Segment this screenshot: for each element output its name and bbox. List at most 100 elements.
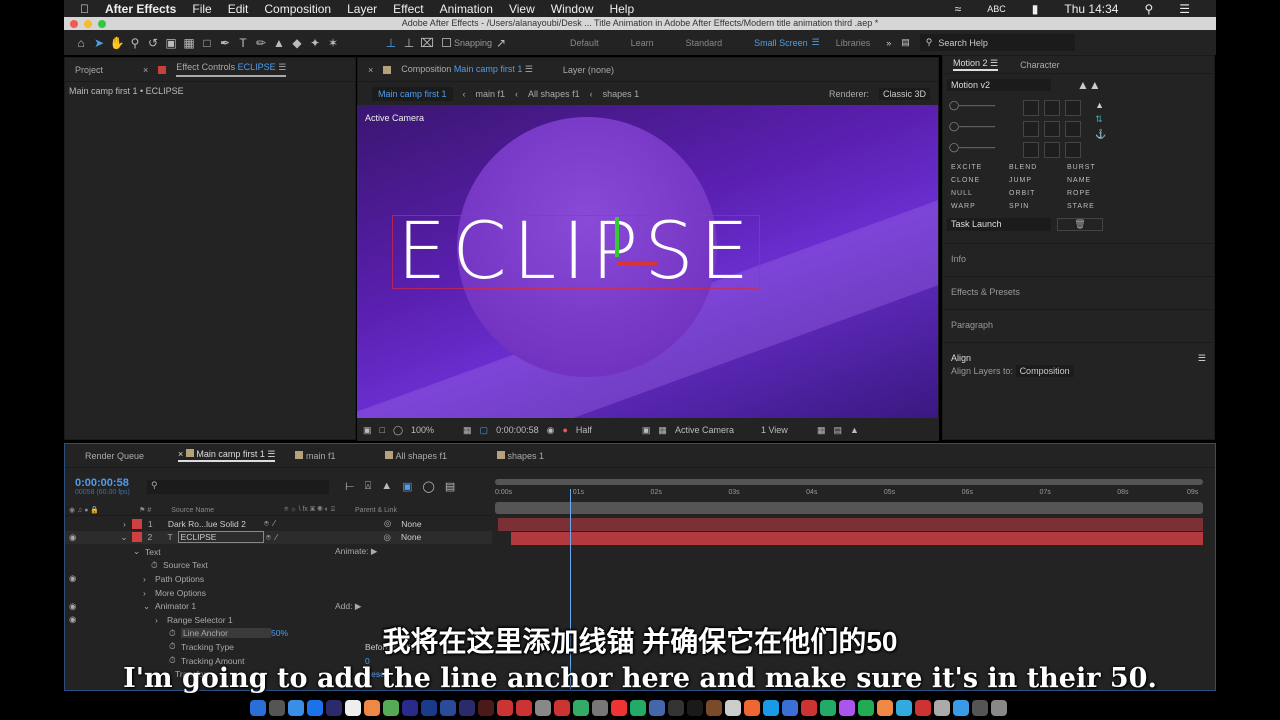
tab-render-queue[interactable]: Render Queue bbox=[85, 451, 144, 461]
tab-effect-controls[interactable]: Effect Controls ECLIPSE ☰ bbox=[176, 62, 287, 77]
twirl-arrow-icon[interactable]: › bbox=[143, 588, 155, 598]
pickwhip-icon[interactable]: ◎ bbox=[384, 532, 391, 543]
dock-app-icon[interactable] bbox=[611, 700, 627, 716]
anchor-bottom-left[interactable] bbox=[1023, 142, 1040, 158]
align-layers-dropdown[interactable]: Composition bbox=[1015, 365, 1074, 377]
wifi-icon[interactable]: ≈ bbox=[955, 2, 962, 16]
rope-button[interactable]: ROPE bbox=[1067, 190, 1119, 197]
property-row[interactable]: ⌄ Text Animate: ▶ bbox=[65, 545, 492, 559]
dock-app-icon[interactable] bbox=[516, 700, 532, 716]
name-button[interactable]: NAME bbox=[1067, 177, 1119, 184]
camera-dropdown[interactable]: Active Camera bbox=[675, 425, 753, 435]
x-axis-gizmo[interactable] bbox=[617, 262, 657, 265]
dock-app-icon[interactable] bbox=[421, 700, 437, 716]
dock-app-icon[interactable] bbox=[535, 700, 551, 716]
menu-edit[interactable]: Edit bbox=[228, 2, 249, 16]
updown-icon[interactable]: ⇅ bbox=[1095, 114, 1106, 125]
section-effects-presets[interactable]: Effects & Presets bbox=[943, 276, 1214, 309]
selection-tool-icon[interactable]: ➤ bbox=[90, 36, 108, 50]
slider-1[interactable]: ◯———— bbox=[949, 100, 995, 111]
dock-app-icon[interactable] bbox=[877, 700, 893, 716]
transparency-grid-icon[interactable]: ▦ bbox=[658, 425, 667, 436]
toggle-pixel-icon[interactable]: ▦ bbox=[817, 425, 826, 436]
snapshot-icon[interactable]: ◉ bbox=[547, 425, 555, 436]
clock[interactable]: Thu 14:34 bbox=[1064, 2, 1118, 16]
dock-app-icon[interactable] bbox=[250, 700, 266, 716]
workspace-standard[interactable]: Standard bbox=[686, 38, 723, 48]
brush-tool-icon[interactable]: ✏ bbox=[252, 36, 270, 50]
twirl-arrow-icon[interactable]: ⌄ bbox=[133, 546, 145, 557]
more-workspaces-icon[interactable]: » bbox=[886, 38, 891, 48]
trash-button[interactable]: 🗑 bbox=[1057, 218, 1103, 231]
spotlight-icon[interactable]: ⚲ bbox=[1144, 2, 1153, 16]
menu-composition[interactable]: Composition bbox=[264, 2, 331, 16]
tab-project[interactable]: Project bbox=[75, 65, 103, 75]
axis-world-icon[interactable]: ⊥ bbox=[400, 36, 418, 50]
work-area-bar[interactable] bbox=[495, 479, 1203, 485]
warp-button[interactable]: WARP bbox=[951, 203, 1003, 210]
dock-app-icon[interactable] bbox=[554, 700, 570, 716]
rotate-tool-icon[interactable]: ↺ bbox=[144, 36, 162, 50]
battery-icon[interactable]: ▮ bbox=[1032, 2, 1039, 16]
composition-viewer[interactable]: Active Camera ECLIPSE bbox=[357, 105, 938, 418]
dock-app-icon[interactable] bbox=[383, 700, 399, 716]
property-row[interactable]: ◉ › Path Options bbox=[65, 572, 492, 586]
crumb-main-f1[interactable]: main f1 bbox=[476, 89, 506, 99]
views-dropdown[interactable]: 1 View bbox=[761, 425, 809, 435]
search-help-field[interactable]: ⚲ Search Help bbox=[919, 34, 1075, 51]
pan-behind-tool-icon[interactable]: ▦ bbox=[180, 36, 198, 50]
resolution-dropdown[interactable]: Half bbox=[576, 425, 634, 435]
menu-view[interactable]: View bbox=[509, 2, 535, 16]
layer-row[interactable]: › 1 Dark Ro...lue Solid 2 ⍟ ∕ ◎ None bbox=[65, 517, 492, 531]
dock-app-icon[interactable] bbox=[592, 700, 608, 716]
timeline-timecode[interactable]: 0:00:00:58 00058 (60.00 fps) bbox=[75, 477, 130, 496]
graph-editor-icon[interactable]: ▤ bbox=[445, 480, 455, 493]
snapping-checkbox[interactable]: Snapping bbox=[442, 38, 492, 48]
parent-header[interactable]: Parent & Link bbox=[355, 507, 397, 514]
dock-app-icon[interactable] bbox=[307, 700, 323, 716]
viewer-timecode[interactable]: 0:00:00:58 bbox=[496, 425, 539, 435]
workspace-menu-icon[interactable]: ☰ bbox=[812, 37, 820, 48]
stare-button[interactable]: STARE bbox=[1067, 203, 1119, 210]
parent-dropdown[interactable]: None bbox=[397, 531, 465, 543]
anchor-bottom[interactable] bbox=[1044, 142, 1061, 158]
excite-button[interactable]: EXCITE bbox=[951, 164, 1003, 171]
crumb-shapes-1[interactable]: shapes 1 bbox=[603, 89, 640, 99]
slider-2[interactable]: ◯———— bbox=[949, 121, 995, 132]
workspace-libraries[interactable]: Libraries bbox=[836, 38, 871, 48]
blend-button[interactable]: BLEND bbox=[1009, 164, 1061, 171]
shy-layers-icon[interactable]: ▲ bbox=[381, 480, 392, 493]
workspace-default[interactable]: Default bbox=[570, 38, 599, 48]
tab-main-f1[interactable]: main f1 bbox=[295, 450, 335, 461]
orbit-button[interactable]: ORBIT bbox=[1009, 190, 1061, 197]
anchor-left[interactable] bbox=[1023, 121, 1040, 137]
anchor-top-right[interactable] bbox=[1065, 100, 1082, 116]
anchor-icon[interactable]: ⚓ bbox=[1095, 129, 1106, 140]
dock-app-icon[interactable] bbox=[763, 700, 779, 716]
layer-name[interactable]: ECLIPSE bbox=[177, 531, 264, 544]
camera-tool-icon[interactable]: ▣ bbox=[162, 36, 180, 50]
task-dropdown[interactable]: Task Launch bbox=[947, 218, 1051, 231]
motion-version-dropdown[interactable]: Motion v2 bbox=[947, 79, 1051, 91]
crumb-main-camp[interactable]: Main camp first 1 bbox=[372, 86, 453, 101]
parent-dropdown[interactable]: None bbox=[397, 518, 465, 530]
property-menu-button[interactable]: Animate: ▶ bbox=[335, 546, 377, 557]
visibility-icon[interactable]: ◉ bbox=[69, 601, 76, 612]
property-row[interactable]: ⏱ Source Text bbox=[65, 559, 492, 573]
dock-app-icon[interactable] bbox=[440, 700, 456, 716]
clone-button[interactable]: CLONE bbox=[951, 177, 1003, 184]
menu-animation[interactable]: Animation bbox=[440, 2, 493, 16]
dock-app-icon[interactable] bbox=[896, 700, 912, 716]
menu-effect[interactable]: Effect bbox=[393, 2, 423, 16]
dock-app-icon[interactable] bbox=[269, 700, 285, 716]
work-area-range[interactable] bbox=[495, 502, 1203, 514]
axis-view-icon[interactable]: ⌧ bbox=[418, 36, 436, 50]
input-source[interactable]: ABC bbox=[987, 4, 1006, 14]
stopwatch-icon[interactable]: ⏱ bbox=[151, 560, 163, 571]
dock-app-icon[interactable] bbox=[744, 700, 760, 716]
tab-all-shapes[interactable]: All shapes f1 bbox=[385, 450, 447, 461]
dock-app-icon[interactable] bbox=[668, 700, 684, 716]
slider-3[interactable]: ◯———— bbox=[949, 142, 995, 153]
menu-window[interactable]: Window bbox=[551, 2, 594, 16]
tab-motion-2[interactable]: Motion 2 ☰ bbox=[953, 58, 999, 71]
